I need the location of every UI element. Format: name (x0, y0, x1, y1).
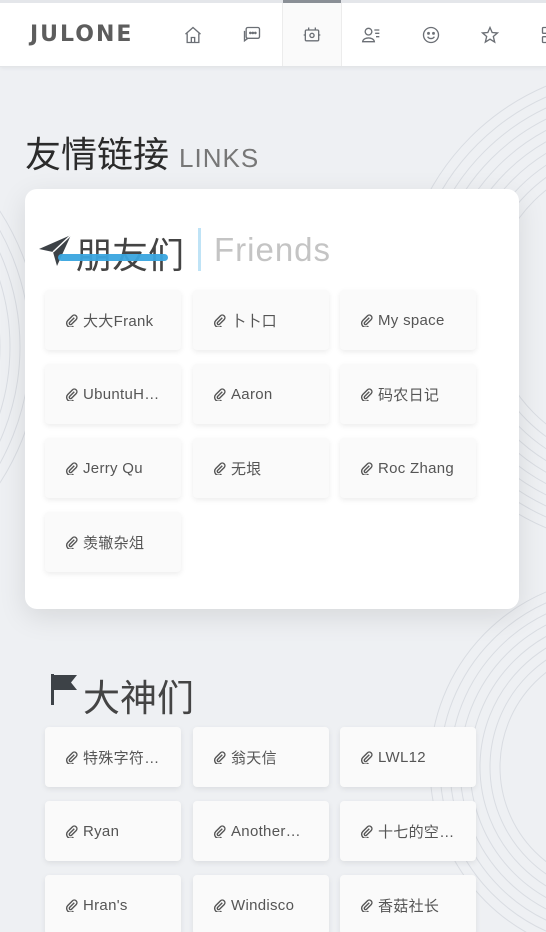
links-frame-icon (303, 27, 321, 42)
paperclip-icon (65, 898, 78, 912)
page-title-cn: 友情链接 (25, 135, 170, 176)
gods-link-label: Hran's (83, 896, 128, 914)
page-title: 友情链接 LINKS (25, 126, 259, 178)
paperclip-icon (213, 313, 226, 327)
friend-link-label: UbuntuH… (83, 385, 160, 403)
friends-heading-en: Friends (214, 231, 332, 268)
gods-link[interactable]: LWL12 (340, 727, 476, 787)
gods-link[interactable]: 香菇社长 (340, 875, 476, 932)
paperclip-icon (65, 313, 78, 327)
chat-bubble-icon (244, 26, 261, 42)
gods-link[interactable]: Another… (193, 801, 329, 861)
paperclip-icon (213, 461, 226, 475)
nav-home[interactable] (163, 3, 223, 66)
nav-favorites[interactable] (461, 3, 521, 66)
gods-link-label: LWL12 (378, 748, 426, 766)
nav-about[interactable] (342, 3, 402, 66)
gods-link-label: Windisco (231, 896, 295, 914)
friend-link[interactable]: 卜卜口 (193, 290, 329, 350)
page-title-en: LINKS (179, 143, 260, 173)
flag-icon (51, 674, 77, 705)
paperclip-icon (360, 824, 373, 838)
gods-link-label: 翁天信 (231, 749, 277, 767)
paperclip-icon (360, 750, 373, 764)
home-icon (184, 26, 201, 43)
paperclip-icon (360, 461, 373, 475)
main-content: 友情链接 LINKS 朋友们 Friends 大大Frank 卜卜口 My spa… (0, 0, 546, 932)
nav-more[interactable] (520, 3, 546, 66)
friend-link-label: Aaron (231, 385, 273, 403)
friend-link[interactable]: 大大Frank (45, 290, 181, 350)
nav-messages[interactable] (223, 3, 283, 66)
gods-link-label: Ryan (83, 822, 120, 840)
paperclip-icon (360, 313, 373, 327)
gods-link-label: 香菇社长 (378, 897, 440, 915)
gods-link-label: Another… (231, 822, 301, 840)
gods-link[interactable]: Ryan (45, 801, 181, 861)
paperclip-icon (360, 387, 373, 401)
paperclip-icon (213, 750, 226, 764)
friend-link-label: 无垠 (231, 460, 262, 478)
friend-link[interactable]: 羡辙杂俎 (45, 512, 181, 572)
friend-link-label: Roc Zhang (378, 459, 455, 477)
site-logo[interactable]: JULONE (30, 22, 133, 47)
gods-link[interactable]: 翁天信 (193, 727, 329, 787)
smiley-icon (422, 26, 439, 43)
grid-icon (541, 26, 546, 43)
friend-link[interactable]: Aaron (193, 364, 329, 424)
friend-link-label: 大大Frank (83, 312, 154, 330)
friend-link-label: Jerry Qu (83, 459, 143, 477)
star-outline-icon (481, 25, 500, 44)
friend-link-label: 卜卜口 (231, 312, 277, 330)
paperclip-icon (213, 898, 226, 912)
gods-link[interactable]: Windisco (193, 875, 329, 932)
friend-link[interactable]: 无垠 (193, 438, 329, 498)
friend-link[interactable]: UbuntuH… (45, 364, 181, 424)
nav-mood[interactable] (401, 3, 461, 66)
gods-link-label: 十七的空… (378, 823, 455, 841)
nav-links[interactable] (282, 0, 342, 66)
top-navigation-bar: JULONE (0, 0, 546, 67)
paperclip-icon (213, 824, 226, 838)
friend-link[interactable]: Roc Zhang (340, 438, 476, 498)
gods-link[interactable]: 特殊字符… (45, 727, 181, 787)
gods-link[interactable]: Hran's (45, 875, 181, 932)
paperclip-icon (213, 387, 226, 401)
friends-heading-cn: 朋友们 (76, 236, 185, 277)
gods-heading-cn: 大神们 (83, 677, 194, 720)
paperclip-icon (65, 750, 78, 764)
paperclip-icon (65, 535, 78, 549)
paperclip-icon (65, 824, 78, 838)
heading-underline (58, 254, 168, 261)
paperclip-icon (360, 898, 373, 912)
friend-link-label: 码农日记 (378, 386, 440, 404)
user-profile-icon (362, 27, 380, 42)
paperclip-icon (65, 461, 78, 475)
friend-link[interactable]: Jerry Qu (45, 438, 181, 498)
main-nav (163, 0, 546, 66)
friend-link-label: My space (378, 311, 445, 329)
friend-link[interactable]: 码农日记 (340, 364, 476, 424)
gods-link[interactable]: 十七的空… (340, 801, 476, 861)
heading-divider (198, 228, 201, 271)
friend-link[interactable]: My space (340, 290, 476, 350)
gods-link-label: 特殊字符… (83, 749, 160, 767)
paper-plane-icon (39, 234, 72, 266)
paperclip-icon (65, 387, 78, 401)
friend-link-label: 羡辙杂俎 (83, 534, 145, 552)
